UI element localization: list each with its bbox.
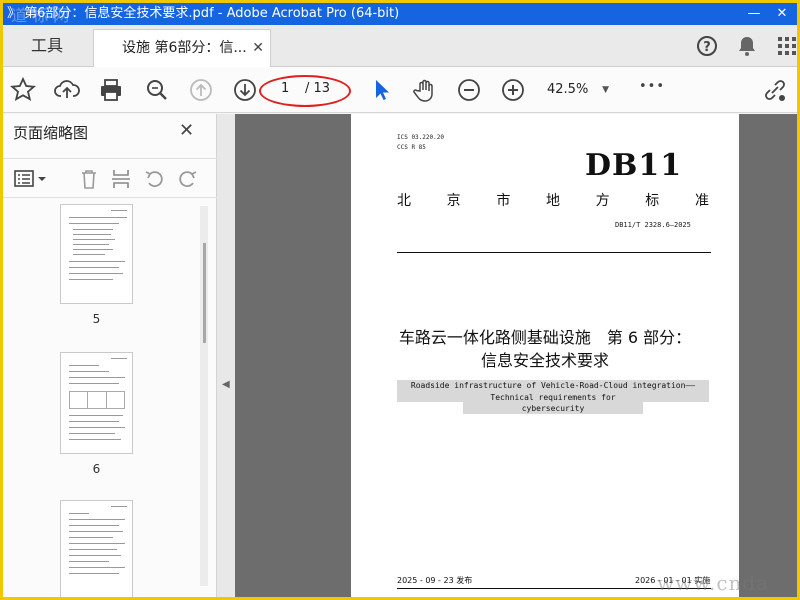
tab-document-label: 设施 第6部分：信...	[122, 40, 247, 56]
cloud-upload-icon[interactable]	[53, 76, 81, 104]
divider	[397, 252, 711, 253]
panel-toolbar	[3, 158, 217, 198]
thumbnail-label-5: 5	[92, 312, 101, 326]
rotate-right-icon[interactable]	[175, 167, 199, 191]
english-title-line-2: Technical requirements for cybersecurity	[463, 392, 643, 414]
ccs-code: CCS R 85	[397, 144, 426, 151]
thumbnail-page-5[interactable]	[60, 204, 133, 304]
insert-page-icon[interactable]	[109, 167, 133, 191]
app-window: 》 第6部分：信息安全技术要求.pdf - Adobe Acrobat Pro …	[3, 3, 797, 597]
svg-text:?: ?	[703, 40, 711, 55]
trash-icon[interactable]	[77, 167, 101, 191]
publish-date: 2025 - 09 - 23 发布	[397, 576, 473, 585]
rotate-left-icon[interactable]	[143, 167, 167, 191]
tab-bar: 工具 设施 第6部分：信... ✕ ?	[3, 25, 797, 67]
hand-tool-icon[interactable]	[411, 76, 439, 104]
region-char: 市	[496, 193, 511, 209]
bookmark-star-icon[interactable]	[9, 76, 37, 104]
thumbnail-page-7[interactable]	[60, 500, 133, 597]
find-zoom-icon[interactable]	[143, 76, 171, 104]
region-char: 准	[694, 193, 709, 209]
panel-close-button[interactable]: ✕	[179, 120, 194, 141]
region-char: 地	[545, 193, 560, 209]
document-view[interactable]: ICS 03.220.20 CCS R 85 DB11 北 京 市 地 方 标 …	[235, 114, 797, 597]
title-bar: 》 第6部分：信息安全技术要求.pdf - Adobe Acrobat Pro …	[3, 3, 797, 25]
chevron-down-icon: ▼	[602, 85, 609, 95]
page-thumbnails-panel: 页面缩略图 ✕ 5 6	[3, 114, 217, 597]
chinese-title-line-1: 车路云一体化路侧基础设施 第 6 部分：	[398, 328, 692, 347]
panel-title: 页面缩略图	[13, 124, 89, 142]
pdf-page: ICS 03.220.20 CCS R 85 DB11 北 京 市 地 方 标 …	[351, 114, 739, 597]
zoom-in-icon[interactable]	[499, 76, 527, 104]
title-text: 第6部分：信息安全技术要求.pdf - Adobe Acrobat Pro (6…	[24, 6, 400, 21]
panel-collapse-strip[interactable]	[217, 114, 235, 597]
standard-number: DB11/T 2328.6—2025	[615, 221, 691, 229]
thumbnail-page-6[interactable]	[60, 352, 133, 454]
main-toolbar: 1 / 13 42.5% ▼ •••	[3, 67, 797, 113]
site-watermark: 道 标 网	[11, 6, 70, 25]
tab-tools[interactable]: 工具	[3, 25, 91, 67]
region-char: 标	[645, 193, 660, 209]
help-icon[interactable]: ?	[695, 34, 719, 58]
collapse-arrow-icon[interactable]: ◀	[222, 379, 230, 390]
page-up-icon[interactable]	[187, 76, 215, 104]
bell-icon[interactable]	[735, 34, 759, 58]
select-cursor-icon[interactable]	[367, 76, 395, 104]
region-char: 京	[446, 193, 461, 209]
tab-close-button[interactable]: ✕	[252, 30, 264, 66]
share-link-icon[interactable]	[761, 76, 789, 104]
standard-code-title: DB11	[585, 148, 683, 183]
print-icon[interactable]	[97, 76, 125, 104]
annotation-oval	[259, 75, 351, 107]
page-down-icon[interactable]	[231, 76, 259, 104]
close-window-button[interactable]: ✕	[767, 3, 797, 25]
zoom-out-icon[interactable]	[455, 76, 483, 104]
scrollbar-thumb[interactable]	[203, 243, 206, 343]
region-char: 方	[595, 193, 610, 209]
region-char: 北	[397, 193, 411, 209]
more-tools-button[interactable]: •••	[639, 79, 665, 94]
zoom-value: 42.5%	[547, 82, 589, 97]
thumbnail-list: 5 6	[3, 204, 203, 597]
apps-grid-icon[interactable]	[775, 34, 797, 58]
corner-watermark: www.cnda	[657, 571, 770, 595]
minimize-button[interactable]: —	[739, 3, 769, 25]
chinese-title-line-2: 信息安全技术要求	[480, 351, 609, 370]
ics-code: ICS 03.220.20	[397, 134, 444, 141]
options-menu-icon[interactable]	[13, 167, 49, 191]
region-standard-heading: 北 京 市 地 方 标 准	[397, 190, 709, 210]
thumbnail-label-6: 6	[92, 462, 101, 476]
tab-document[interactable]: 设施 第6部分：信... ✕	[93, 29, 271, 67]
zoom-dropdown[interactable]: 42.5% ▼	[541, 77, 613, 103]
